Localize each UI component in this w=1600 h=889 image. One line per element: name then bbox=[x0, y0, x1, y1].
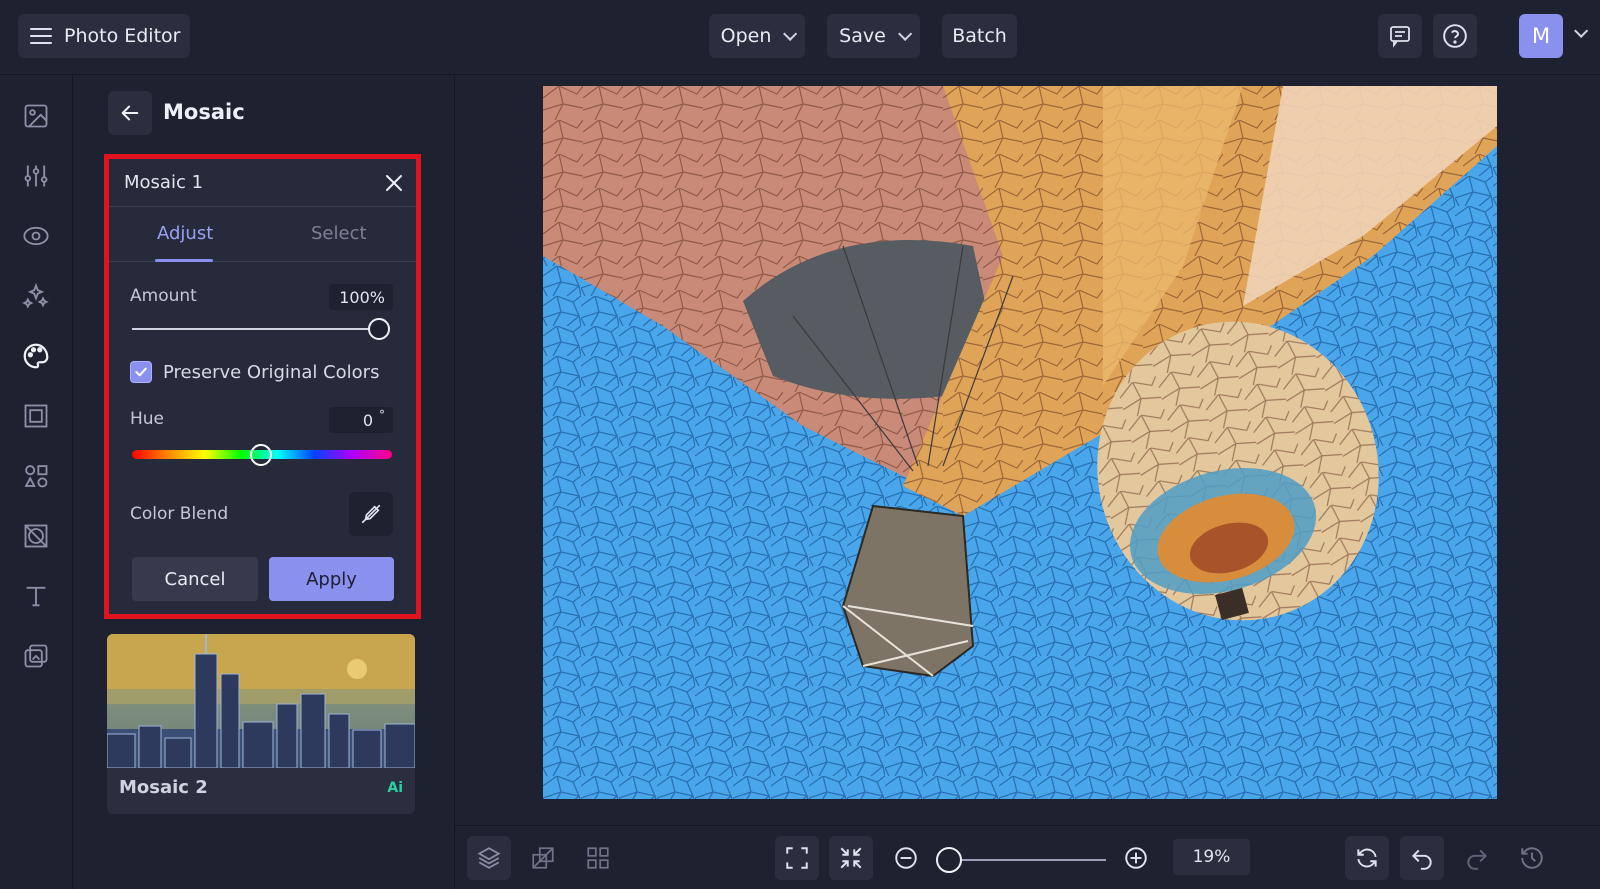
fit-screen-button[interactable] bbox=[775, 836, 819, 880]
user-avatar[interactable]: M bbox=[1519, 14, 1563, 58]
zoom-slider-track[interactable] bbox=[949, 859, 1106, 861]
hue-unit: ° bbox=[379, 408, 385, 422]
close-button[interactable] bbox=[382, 171, 406, 195]
panel-title: Mosaic bbox=[163, 100, 245, 124]
back-button[interactable] bbox=[108, 91, 152, 135]
refresh-icon bbox=[1357, 848, 1377, 868]
color-blend-button[interactable] bbox=[349, 492, 393, 536]
texture-overlay-icon[interactable] bbox=[21, 521, 51, 551]
bottom-toolbar: 19% bbox=[455, 825, 1600, 889]
artsy-palette-icon[interactable] bbox=[21, 341, 51, 371]
history-button[interactable] bbox=[1510, 836, 1554, 880]
eye-icon[interactable] bbox=[21, 221, 51, 251]
help-icon bbox=[1443, 24, 1467, 48]
tab-select[interactable]: Select bbox=[311, 223, 367, 244]
mosaic-settings-card: Mosaic 1 Adjust Select Amount 100% Prese… bbox=[104, 154, 421, 619]
save-label: Save bbox=[839, 25, 886, 47]
sparkle-effects-icon[interactable] bbox=[21, 281, 51, 311]
zoom-out-icon bbox=[895, 847, 917, 869]
hue-slider-thumb[interactable] bbox=[250, 444, 272, 466]
hamburger-icon bbox=[30, 28, 52, 44]
preserve-colors-checkbox[interactable] bbox=[130, 361, 152, 383]
preset-name: Mosaic 2 bbox=[119, 777, 208, 798]
help-button[interactable] bbox=[1433, 14, 1477, 58]
canvas-area bbox=[455, 75, 1600, 825]
batch-button[interactable]: Batch bbox=[942, 14, 1017, 58]
tab-adjust[interactable]: Adjust bbox=[157, 223, 213, 244]
account-chevron-down-icon[interactable] bbox=[1574, 23, 1589, 38]
effect-panel: Mosaic Mosaic 1 Adjust Select Amount 100… bbox=[73, 75, 455, 889]
zoom-level[interactable]: 19% bbox=[1173, 839, 1250, 875]
close-icon bbox=[386, 175, 402, 191]
grid-button[interactable] bbox=[576, 836, 620, 880]
arrow-left-icon bbox=[121, 105, 139, 121]
hue-label: Hue bbox=[130, 409, 165, 429]
history-icon bbox=[1521, 847, 1543, 869]
compare-button[interactable] bbox=[521, 836, 565, 880]
app-title: Photo Editor bbox=[64, 25, 181, 47]
feedback-button[interactable] bbox=[1378, 14, 1422, 58]
grid-icon bbox=[587, 847, 609, 869]
image-tool-icon[interactable] bbox=[21, 101, 51, 131]
hue-value-field[interactable]: 0 ° bbox=[329, 407, 393, 433]
amount-value-field[interactable]: 100% bbox=[329, 284, 393, 310]
preset-thumbnail bbox=[107, 634, 415, 768]
batch-label: Batch bbox=[952, 25, 1007, 47]
preset-mosaic-2[interactable]: Mosaic 2 Ai bbox=[107, 634, 415, 814]
chevron-down-icon bbox=[783, 26, 798, 41]
main-menu-button[interactable]: Photo Editor bbox=[18, 14, 190, 58]
amount-slider-track[interactable] bbox=[132, 328, 378, 330]
text-icon[interactable] bbox=[21, 581, 51, 611]
tool-rail bbox=[0, 75, 73, 889]
frame-icon[interactable] bbox=[21, 401, 51, 431]
layers-button[interactable] bbox=[467, 836, 511, 880]
comment-icon bbox=[1390, 26, 1410, 48]
zoom-slider-thumb[interactable] bbox=[936, 847, 962, 873]
checkmark-icon bbox=[135, 367, 147, 377]
ai-badge: Ai bbox=[387, 780, 403, 796]
top-bar: Photo Editor Open Save Batch M bbox=[0, 0, 1600, 75]
layers-icon bbox=[477, 847, 501, 869]
amount-label: Amount bbox=[130, 286, 197, 306]
save-button[interactable]: Save bbox=[827, 14, 920, 58]
undo-button[interactable] bbox=[1400, 836, 1444, 880]
adjust-sliders-icon[interactable] bbox=[21, 161, 51, 191]
card-tabs: Adjust Select bbox=[109, 207, 416, 262]
undo-icon bbox=[1411, 849, 1432, 870]
shrink-icon bbox=[840, 847, 862, 869]
cancel-button[interactable]: Cancel bbox=[132, 557, 258, 601]
apply-button[interactable]: Apply bbox=[269, 557, 394, 601]
no-blend-dropper-icon bbox=[361, 504, 381, 524]
graphics-icon[interactable] bbox=[21, 641, 51, 671]
amount-slider-thumb[interactable] bbox=[368, 318, 390, 340]
active-tab-indicator bbox=[155, 259, 213, 262]
color-blend-label: Color Blend bbox=[130, 504, 229, 524]
open-label: Open bbox=[720, 25, 772, 47]
reset-button[interactable] bbox=[1345, 836, 1389, 880]
chevron-down-icon bbox=[897, 26, 913, 41]
expand-icon bbox=[786, 847, 808, 869]
actual-size-button[interactable] bbox=[829, 836, 873, 880]
zoom-out-button[interactable] bbox=[884, 836, 928, 880]
photo-canvas[interactable] bbox=[543, 86, 1497, 799]
open-button[interactable]: Open bbox=[709, 14, 805, 58]
redo-button[interactable] bbox=[1455, 836, 1499, 880]
redo-icon bbox=[1467, 849, 1488, 870]
hue-value: 0 bbox=[362, 410, 373, 430]
zoom-in-icon bbox=[1125, 847, 1147, 869]
shapes-icon[interactable] bbox=[21, 461, 51, 491]
preserve-colors-label: Preserve Original Colors bbox=[163, 362, 380, 383]
card-header: Mosaic 1 bbox=[109, 159, 416, 207]
card-title: Mosaic 1 bbox=[124, 172, 204, 193]
compare-icon bbox=[532, 847, 554, 869]
zoom-in-button[interactable] bbox=[1114, 836, 1158, 880]
